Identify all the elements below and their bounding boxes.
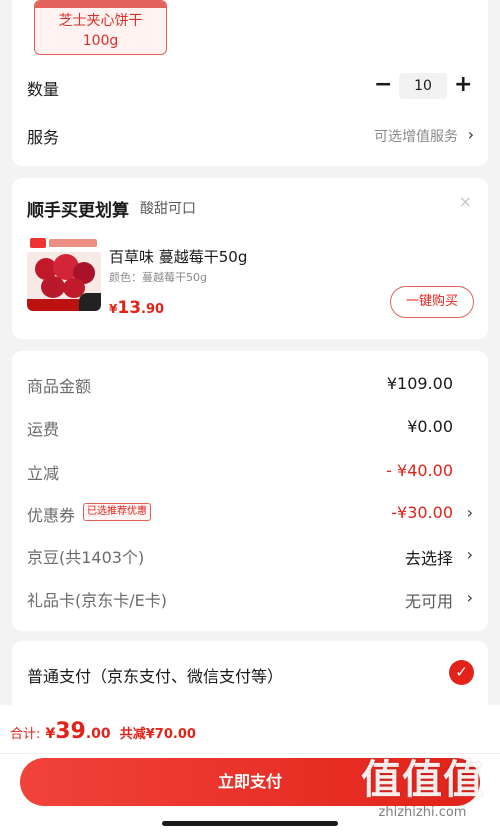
summary-label: 运费 (27, 420, 60, 439)
total-saving: 共减¥70.00 (119, 727, 196, 742)
thumbnail-price-tag (79, 293, 101, 311)
total-decimal: .00 (85, 726, 111, 742)
check-circle-icon[interactable]: ✓ (449, 660, 474, 685)
total-integer: 39 (55, 719, 86, 744)
summary-row-shipping: 运费 ¥0.00 (27, 416, 473, 440)
product-thumbnail[interactable] (27, 236, 101, 311)
price-summary-card: 商品金额 ¥109.00 运费 ¥0.00 立减 - ¥40.00 优惠券 已选… (12, 351, 488, 631)
summary-value: - ¥40.00 (386, 461, 453, 480)
chevron-right-icon[interactable]: › (468, 127, 474, 143)
summary-label: 立减 (27, 464, 60, 483)
order-total: 合计: ¥39.00 共减¥70.00 (10, 719, 196, 744)
quantity-increase-button[interactable]: + (454, 74, 472, 96)
price-integer: 13 (117, 298, 142, 318)
summary-label: 京豆(共1403个) (27, 548, 145, 567)
variant-chip-strip (35, 1, 166, 8)
summary-value[interactable]: 无可用 (405, 588, 453, 612)
upsell-subtitle: 酸甜可口 (140, 201, 196, 217)
summary-value: ¥109.00 (386, 374, 453, 393)
summary-label: 商品金额 (27, 377, 92, 396)
summary-row-goods-amount: 商品金额 ¥109.00 (27, 373, 473, 397)
total-label: 合计: (10, 727, 41, 742)
thumbnail-promo-strip (27, 299, 79, 311)
chevron-right-icon[interactable]: › (467, 503, 473, 522)
quantity-input[interactable]: 10 (399, 73, 447, 99)
upsell-product-price: ¥13.90 (109, 298, 164, 318)
payment-method-label[interactable]: 普通支付（京东支付、微信支付等） (27, 663, 283, 687)
variant-name: 芝士夹心饼干 (58, 13, 143, 29)
summary-value[interactable]: -¥30.00 (391, 503, 453, 522)
chevron-right-icon[interactable]: › (467, 588, 473, 607)
summary-row-coupon[interactable]: 优惠券 已选推荐优惠 -¥30.00 › (27, 502, 473, 526)
summary-value[interactable]: 去选择 (405, 545, 453, 569)
price-decimal: .90 (141, 302, 165, 317)
variant-size: 100g (82, 33, 119, 49)
upsell-product-color: 颜色：蔓越莓干50g (109, 271, 207, 284)
divider (0, 753, 500, 754)
upsell-card: 顺手买更划算 酸甜可口 × 百草味 蔓越莓干50g 颜色：蔓越莓干50g ¥13… (12, 178, 488, 339)
product-options-card: 芝士夹心饼干 100g 数量 − 10 + 服务 可选增值服务 › (12, 0, 488, 166)
one-click-buy-button[interactable]: 一键购买 (390, 286, 474, 318)
thumbnail-banner (49, 239, 97, 247)
summary-value: ¥0.00 (407, 417, 453, 436)
summary-label: 礼品卡(京东卡/E卡) (27, 591, 167, 610)
total-symbol: ¥ (45, 726, 56, 742)
summary-label: 优惠券 (27, 506, 76, 525)
variant-chip-selected[interactable]: 芝士夹心饼干 100g (34, 0, 167, 55)
payment-method-card[interactable]: 普通支付（京东支付、微信支付等） ✓ (12, 641, 488, 711)
service-label: 服务 (27, 128, 60, 147)
chevron-right-icon[interactable]: › (467, 545, 473, 564)
summary-row-discount: 立减 - ¥40.00 (27, 460, 473, 484)
thumbnail-fruit (41, 276, 65, 298)
coupon-recommended-badge: 已选推荐优惠 (83, 503, 151, 521)
thumbnail-brand-badge (30, 238, 46, 248)
pay-now-button[interactable]: 立即支付 (20, 758, 480, 806)
quantity-label: 数量 (27, 80, 60, 99)
upsell-product-name[interactable]: 百草味 蔓越莓干50g (109, 246, 247, 267)
upsell-title: 顺手买更划算 (27, 201, 129, 221)
home-indicator[interactable] (162, 821, 338, 826)
quantity-decrease-button[interactable]: − (374, 74, 392, 96)
close-icon[interactable]: × (459, 192, 472, 211)
summary-row-gift-card[interactable]: 礼品卡(京东卡/E卡) 无可用 › (27, 587, 473, 611)
summary-row-jingdou[interactable]: 京豆(共1403个) 去选择 › (27, 544, 473, 568)
service-value[interactable]: 可选增值服务 (374, 126, 458, 146)
